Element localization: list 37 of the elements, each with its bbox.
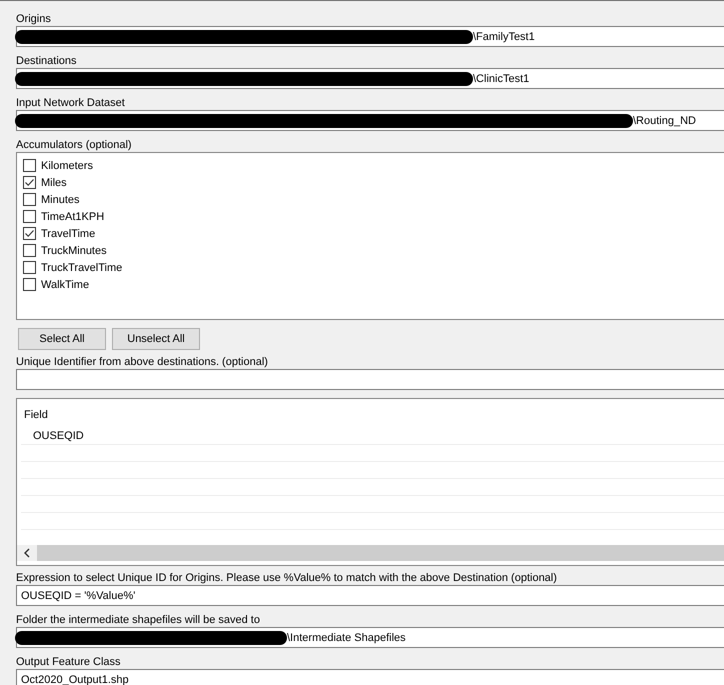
checkbox-label[interactable]: TravelTime	[41, 228, 96, 240]
input-field[interactable]: OUSEQID = '%Value%'	[16, 585, 724, 606]
input-field[interactable]	[16, 369, 724, 390]
checkbox-label[interactable]: TimeAt1KPH	[41, 210, 104, 222]
table-cell[interactable]: OUSEQID	[21, 428, 84, 444]
checkbox[interactable]	[23, 176, 36, 189]
checkbox-label[interactable]: TruckTravelTime	[41, 262, 122, 274]
checkbox[interactable]	[23, 261, 36, 274]
path-field[interactable]: \Intermediate Shapefiles	[16, 627, 724, 648]
checkbox-label[interactable]: Miles	[41, 176, 67, 188]
field-label: Destinations	[16, 55, 78, 68]
checkbox[interactable]	[23, 244, 36, 257]
scroll-left-icon[interactable]	[23, 548, 31, 558]
field-label: Output Feature Class	[16, 656, 122, 669]
checkbox[interactable]	[23, 227, 36, 240]
list-button[interactable]: Select All	[18, 328, 106, 350]
checkbox-label[interactable]: Kilometers	[41, 160, 93, 172]
field-label: Accumulators (optional)	[16, 139, 133, 152]
checkbox-label[interactable]: TruckMinutes	[41, 244, 107, 256]
path-field[interactable]: \FamilyTest1	[16, 26, 724, 47]
checkbox-label[interactable]: WalkTime	[41, 278, 90, 290]
checkbox[interactable]	[23, 278, 36, 291]
checkbox[interactable]	[23, 193, 36, 206]
path-field[interactable]: \ClinicTest1	[16, 68, 724, 89]
checkbox[interactable]	[23, 210, 36, 223]
field-label: Origins	[16, 13, 52, 26]
checkbox-label[interactable]: Minutes	[41, 194, 80, 206]
field-label: Expression to select Unique ID for Origins. Please use %Value% to match with the above Destination (optional)	[16, 572, 558, 585]
list-button[interactable]: Unselect All	[112, 328, 200, 350]
field-label: Unique Identifier from above destinations. (optional)	[16, 356, 269, 369]
horizontal-scrollbar[interactable]	[17, 545, 724, 561]
input-field[interactable]: Oct2020_Output1.shp	[16, 669, 724, 685]
column-header: Field	[23, 408, 49, 423]
path-field[interactable]: \Routing_ND	[16, 110, 724, 131]
checkbox[interactable]	[23, 159, 36, 172]
field-label: Input Network Dataset	[16, 97, 126, 110]
field-label: Folder the intermediate shapefiles will be saved to	[16, 614, 261, 627]
